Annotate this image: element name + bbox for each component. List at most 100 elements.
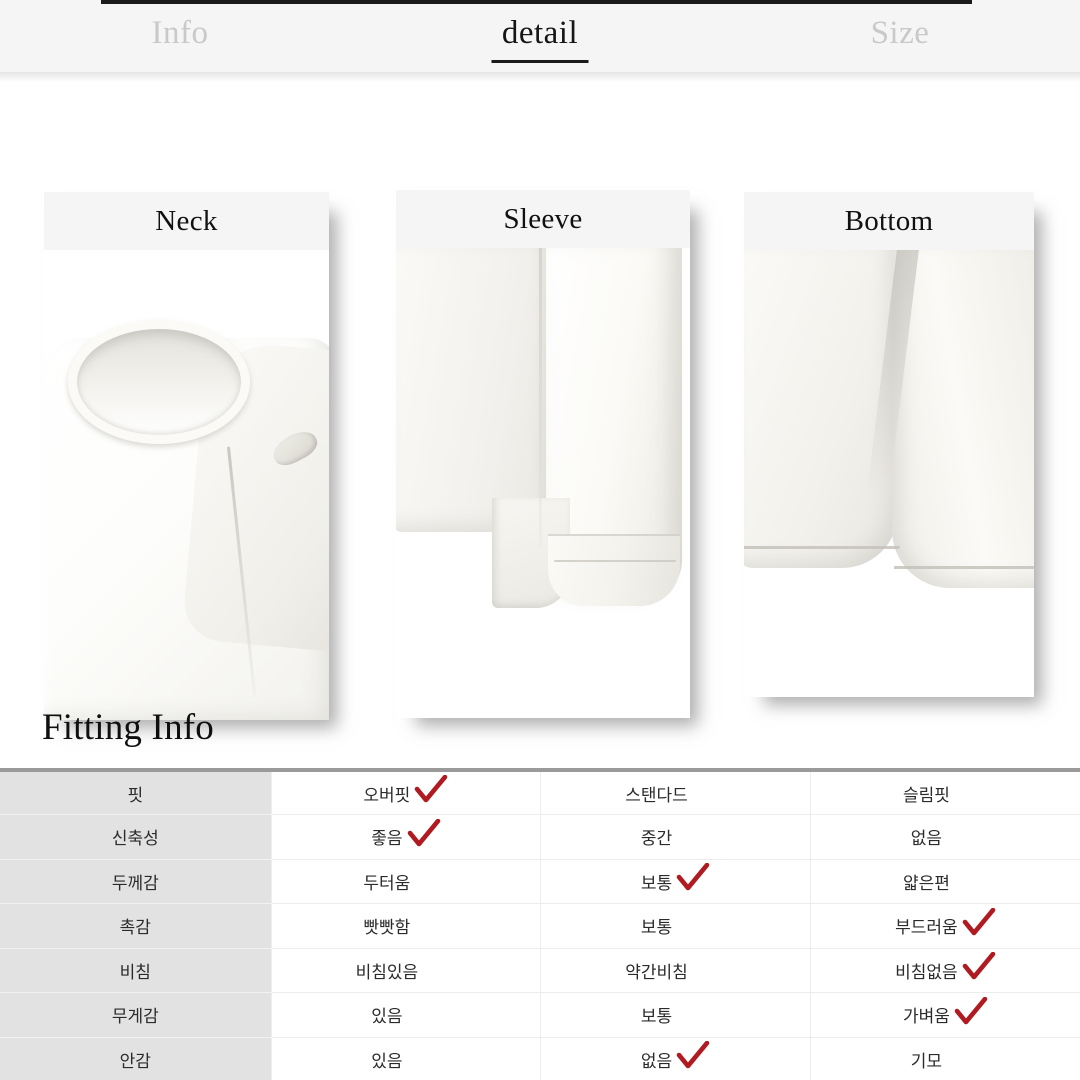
fitting-info-option: 약간비침 — [625, 955, 726, 985]
tab-detail[interactable]: detail — [360, 0, 720, 72]
neck-rib-trim-shape — [68, 320, 250, 444]
fitting-info-option-label: 두터움 — [363, 873, 411, 894]
sleeve-crease-line — [539, 248, 542, 548]
tabbar-drop-shadow — [0, 72, 1080, 82]
fitting-info-option-cell[interactable]: 비침없음 — [809, 948, 1080, 993]
neck-garment-illustration — [44, 250, 329, 720]
fitting-info-row-label: 무게감 — [0, 992, 272, 1038]
fitting-info-option-cell[interactable]: 기모 — [809, 1037, 1080, 1080]
fitting-info-option: 빳빳함 — [363, 911, 448, 941]
fitting-info-option: 기모 — [911, 1044, 980, 1074]
bottom-right-hem-line — [894, 566, 1034, 569]
fitting-info-option-label: 빳빳함 — [363, 918, 411, 939]
fitting-info-option: 있음 — [371, 1044, 440, 1074]
fitting-info-option-cell[interactable]: 중간 — [540, 814, 811, 860]
fitting-info-row: 핏 오버핏 스탠다드 슬림핏 — [0, 770, 1080, 815]
detail-card-neck-photo — [44, 250, 329, 720]
sleeve-cuff-shape — [548, 534, 680, 606]
fitting-info-option-cell[interactable]: 좋음 — [270, 814, 541, 860]
bottom-left-hem-line — [744, 546, 900, 549]
fitting-info-row-label: 촉감 — [0, 903, 272, 949]
fitting-info-option-cell[interactable]: 있음 — [270, 1037, 541, 1080]
fitting-info-option-label: 비침없음 — [895, 962, 958, 983]
detail-card-sleeve-title: Sleeve — [396, 190, 690, 248]
fitting-info-option: 얇은편 — [903, 866, 988, 896]
fitting-info-option-cell[interactable]: 없음 — [540, 1037, 811, 1080]
fitting-info-option-cell[interactable]: 얇은편 — [809, 859, 1080, 904]
tab-info-label: Info — [151, 14, 209, 51]
fitting-info-option-cell[interactable]: 보통 — [540, 992, 811, 1038]
fitting-info-option-label: 좋음 — [371, 829, 403, 850]
fitting-info-row: 무게감 있음 보통 가벼움 — [0, 992, 1080, 1038]
detail-card-bottom-title: Bottom — [744, 192, 1034, 250]
fitting-info-row-label: 안감 — [0, 1037, 272, 1080]
check-icon — [676, 1041, 710, 1071]
fitting-info-table-body: 핏 오버핏 스탠다드 슬림핏 신축성 좋음 중간 없음 두께감 두터움 보통 얇은편 촉감 빳빳함 보통 부드… — [0, 770, 1080, 1080]
fitting-info-option-cell[interactable]: 가벼움 — [809, 992, 1080, 1038]
fitting-info-row-label: 핏 — [0, 770, 272, 815]
fitting-info-option: 두터움 — [363, 866, 448, 896]
fitting-info-option-label: 비침있음 — [355, 962, 419, 983]
tab-detail-underline — [491, 60, 589, 63]
tab-size-label: Size — [870, 14, 930, 51]
fitting-info-option-label: 약간비침 — [625, 962, 688, 983]
sleeve-garment-illustration — [396, 248, 690, 718]
fitting-info-option: 슬림핏 — [903, 778, 988, 808]
check-icon — [962, 952, 996, 982]
fitting-info-option-cell[interactable]: 두터움 — [270, 859, 541, 904]
fitting-info-option: 스탠다드 — [625, 778, 726, 808]
fitting-info-option-label: 슬림핏 — [902, 785, 950, 806]
detail-card-gallery: Neck Sleeve Bottom — [0, 82, 1080, 720]
fitting-info-option: 없음 — [911, 822, 980, 852]
fitting-info-row: 비침 비침있음 약간비침 비침없음 — [0, 948, 1080, 993]
detail-card-neck-title: Neck — [44, 192, 329, 250]
fitting-info-option: 가벼움 — [902, 996, 988, 1030]
tab-info[interactable]: Info — [0, 0, 360, 72]
fitting-info-option-cell[interactable]: 스탠다드 — [540, 770, 811, 815]
fitting-info-option-label: 보통 — [640, 873, 673, 894]
fitting-info-option-label: 가벼움 — [902, 1007, 950, 1028]
fitting-info-option-cell[interactable]: 슬림핏 — [809, 770, 1080, 815]
check-icon — [407, 818, 441, 849]
bottom-garment-illustration — [744, 250, 1034, 697]
fitting-info-option: 보통 — [641, 1000, 710, 1030]
fitting-info-option-cell[interactable]: 보통 — [540, 903, 811, 949]
fitting-info-option-label: 스탠다드 — [625, 785, 688, 806]
fitting-info-row-label: 비침 — [0, 948, 272, 993]
detail-card-bottom[interactable]: Bottom — [744, 192, 1034, 697]
detail-card-sleeve[interactable]: Sleeve — [396, 190, 690, 718]
fitting-info-option-label: 오버핏 — [363, 785, 411, 806]
fitting-info-option-cell[interactable]: 약간비침 — [540, 948, 811, 993]
fitting-info-option: 오버핏 — [363, 775, 448, 808]
fitting-info-option: 보통 — [640, 863, 710, 896]
fitting-info-option-cell[interactable]: 없음 — [809, 814, 1080, 860]
tab-detail-label: detail — [501, 14, 579, 51]
fitting-info-option-label: 있음 — [371, 1051, 403, 1072]
product-detail-page: Info detail Size Neck Sleeve Bottom Fitt… — [0, 0, 1080, 1080]
fitting-info-option-label: 기모 — [910, 1051, 943, 1072]
detail-card-sleeve-photo — [396, 248, 690, 718]
fitting-info-option: 없음 — [641, 1041, 710, 1074]
fitting-info-option-cell[interactable]: 오버핏 — [270, 770, 541, 815]
fitting-info-option-cell[interactable]: 있음 — [270, 992, 541, 1038]
detail-card-neck[interactable]: Neck — [44, 192, 329, 720]
fitting-info-option-label: 없음 — [910, 829, 943, 850]
check-icon — [954, 996, 988, 1027]
fitting-info-option-cell[interactable]: 보통 — [540, 859, 811, 904]
fitting-info-option: 중간 — [641, 822, 710, 852]
bottom-right-panel — [892, 250, 1034, 588]
fitting-info-option-label: 부드러움 — [895, 918, 958, 939]
fitting-info-option-label: 중간 — [640, 829, 673, 850]
fitting-info-option-cell[interactable]: 빳빳함 — [270, 903, 541, 949]
fitting-info-row-label: 두께감 — [0, 859, 272, 904]
bottom-left-panel — [744, 250, 898, 568]
fitting-info-option-cell[interactable]: 부드러움 — [809, 903, 1080, 949]
fitting-info-option-label: 있음 — [371, 1007, 403, 1028]
fitting-info-option: 비침없음 — [895, 952, 996, 985]
fitting-info-option: 부드러움 — [895, 907, 996, 941]
fitting-info-option: 있음 — [371, 1000, 440, 1030]
fitting-info-option-label: 보통 — [640, 918, 673, 939]
fitting-info-option: 비침있음 — [356, 955, 457, 985]
tab-size[interactable]: Size — [720, 0, 1080, 72]
fitting-info-option-cell[interactable]: 비침있음 — [270, 948, 541, 993]
